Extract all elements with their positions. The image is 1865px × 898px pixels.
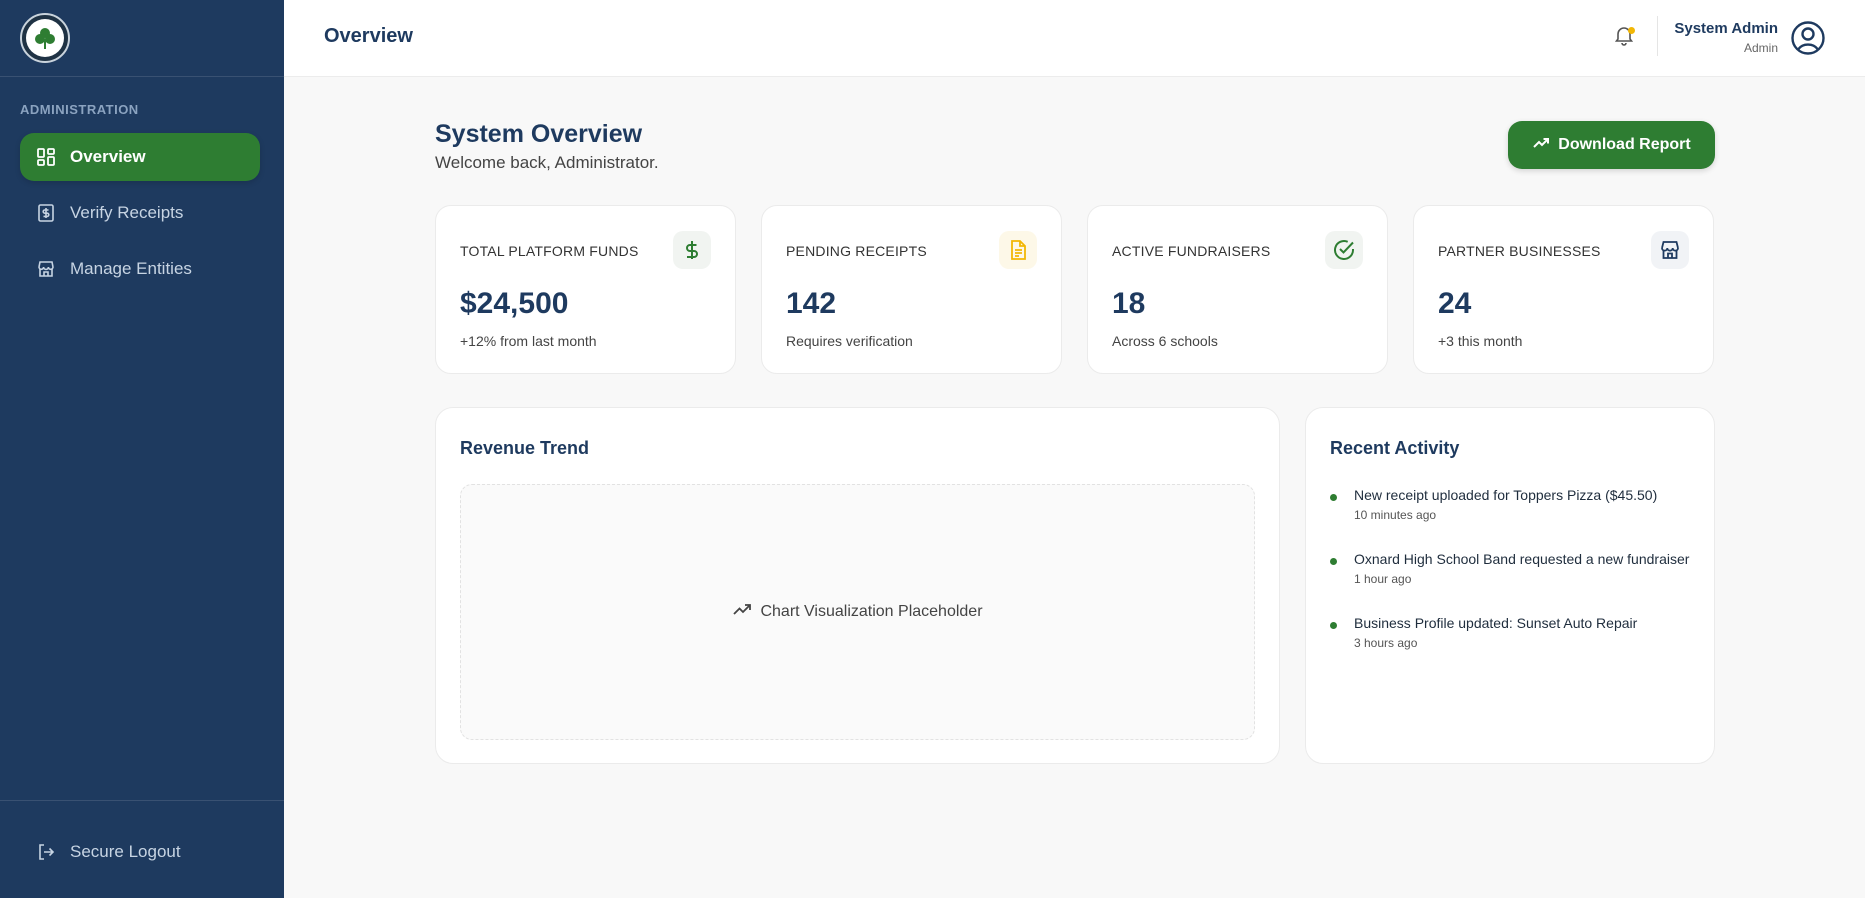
activity-text: Oxnard High School Band requested a new …: [1354, 551, 1690, 567]
activity-text: Business Profile updated: Sunset Auto Re…: [1354, 615, 1638, 631]
sidebar-item-label: Verify Receipts: [70, 203, 184, 222]
logout-label: Secure Logout: [70, 842, 181, 861]
stat-label: PARTNER BUSINESSES: [1438, 243, 1601, 259]
dollar-icon: [673, 231, 711, 269]
activity-bullet: [1330, 622, 1337, 629]
activity-item[interactable]: Oxnard High School Band requested a new …: [1330, 550, 1698, 614]
stat-note: Across 6 schools: [1112, 333, 1218, 349]
stat-card-partner-businesses: PARTNER BUSINESSES 24 +3 this month: [1413, 205, 1714, 374]
notification-badge: [1628, 27, 1635, 34]
sidebar-item-manage-entities[interactable]: Manage Entities: [20, 245, 260, 293]
stat-value: 18: [1112, 287, 1146, 320]
stat-value: 142: [786, 287, 837, 320]
user-avatar-button[interactable]: [1790, 20, 1826, 56]
user-circle-icon: [1790, 21, 1826, 60]
receipt-icon: [36, 203, 56, 223]
page-title: System Overview: [435, 120, 643, 148]
trending-up-icon: [732, 600, 752, 625]
clover-icon: [26, 19, 64, 57]
sidebar-item-overview[interactable]: Overview: [20, 133, 260, 181]
stat-label: PENDING RECEIPTS: [786, 243, 927, 259]
notifications-button[interactable]: [1609, 22, 1639, 52]
activity-time: 3 hours ago: [1354, 636, 1418, 650]
check-circle-icon: [1325, 231, 1363, 269]
logout-icon: [36, 842, 56, 862]
logout-button[interactable]: Secure Logout: [20, 828, 260, 876]
top-header: Overview System Admin Admin: [284, 0, 1865, 77]
stat-value: 24: [1438, 287, 1472, 320]
activity-bullet: [1330, 558, 1337, 565]
sidebar-item-label: Manage Entities: [70, 259, 192, 278]
activity-item[interactable]: New receipt uploaded for Toppers Pizza (…: [1330, 486, 1698, 550]
revenue-trend-title: Revenue Trend: [460, 438, 590, 458]
trending-up-icon: [1532, 134, 1550, 157]
header-divider: [1657, 16, 1658, 56]
sidebar-section-label: ADMINISTRATION: [20, 102, 139, 117]
revenue-trend-panel: Revenue Trend Chart Visualization Placeh…: [435, 407, 1280, 764]
activity-time: 1 hour ago: [1354, 572, 1412, 586]
sidebar-footer: Secure Logout: [0, 800, 284, 898]
stat-card-pending-receipts: PENDING RECEIPTS 142 Requires verificati…: [761, 205, 1062, 374]
download-report-label: Download Report: [1558, 136, 1691, 153]
stat-note: Requires verification: [786, 333, 913, 349]
recent-activity-title: Recent Activity: [1330, 438, 1460, 458]
storefront-icon: [36, 259, 56, 279]
sidebar-item-verify-receipts[interactable]: Verify Receipts: [20, 189, 260, 237]
sidebar: ADMINISTRATION Overview Verify Receipts: [0, 0, 284, 898]
shamrock-logo[interactable]: [20, 13, 70, 63]
activity-list: New receipt uploaded for Toppers Pizza (…: [1330, 486, 1698, 678]
user-name: System Admin: [1674, 20, 1778, 37]
header-title: Overview: [324, 25, 413, 47]
stat-label: ACTIVE FUNDRAISERS: [1112, 243, 1271, 259]
stat-card-total-funds: TOTAL PLATFORM FUNDS $24,500 +12% from l…: [435, 205, 736, 374]
activity-time: 10 minutes ago: [1354, 508, 1437, 522]
stat-note: +12% from last month: [460, 333, 597, 349]
user-role: Admin: [1743, 41, 1778, 55]
activity-bullet: [1330, 494, 1337, 501]
stat-value: $24,500: [460, 287, 569, 320]
chart-placeholder: Chart Visualization Placeholder: [460, 484, 1255, 740]
sidebar-item-label: Overview: [70, 147, 146, 166]
recent-activity-panel: Recent Activity New receipt uploaded for…: [1305, 407, 1715, 764]
dashboard-grid-icon: [36, 147, 56, 167]
stat-label: TOTAL PLATFORM FUNDS: [460, 243, 639, 259]
sidebar-logo-area: [0, 0, 284, 77]
chart-placeholder-label: Chart Visualization Placeholder: [760, 603, 983, 620]
activity-text: New receipt uploaded for Toppers Pizza (…: [1354, 487, 1658, 503]
page-subtitle: Welcome back, Administrator.: [435, 153, 659, 172]
stat-card-active-fundraisers: ACTIVE FUNDRAISERS 18 Across 6 schools: [1087, 205, 1388, 374]
download-report-button[interactable]: Download Report: [1508, 121, 1715, 169]
activity-item[interactable]: Business Profile updated: Sunset Auto Re…: [1330, 614, 1698, 678]
storefront-icon: [1651, 231, 1689, 269]
stat-note: +3 this month: [1438, 333, 1523, 349]
document-icon: [999, 231, 1037, 269]
